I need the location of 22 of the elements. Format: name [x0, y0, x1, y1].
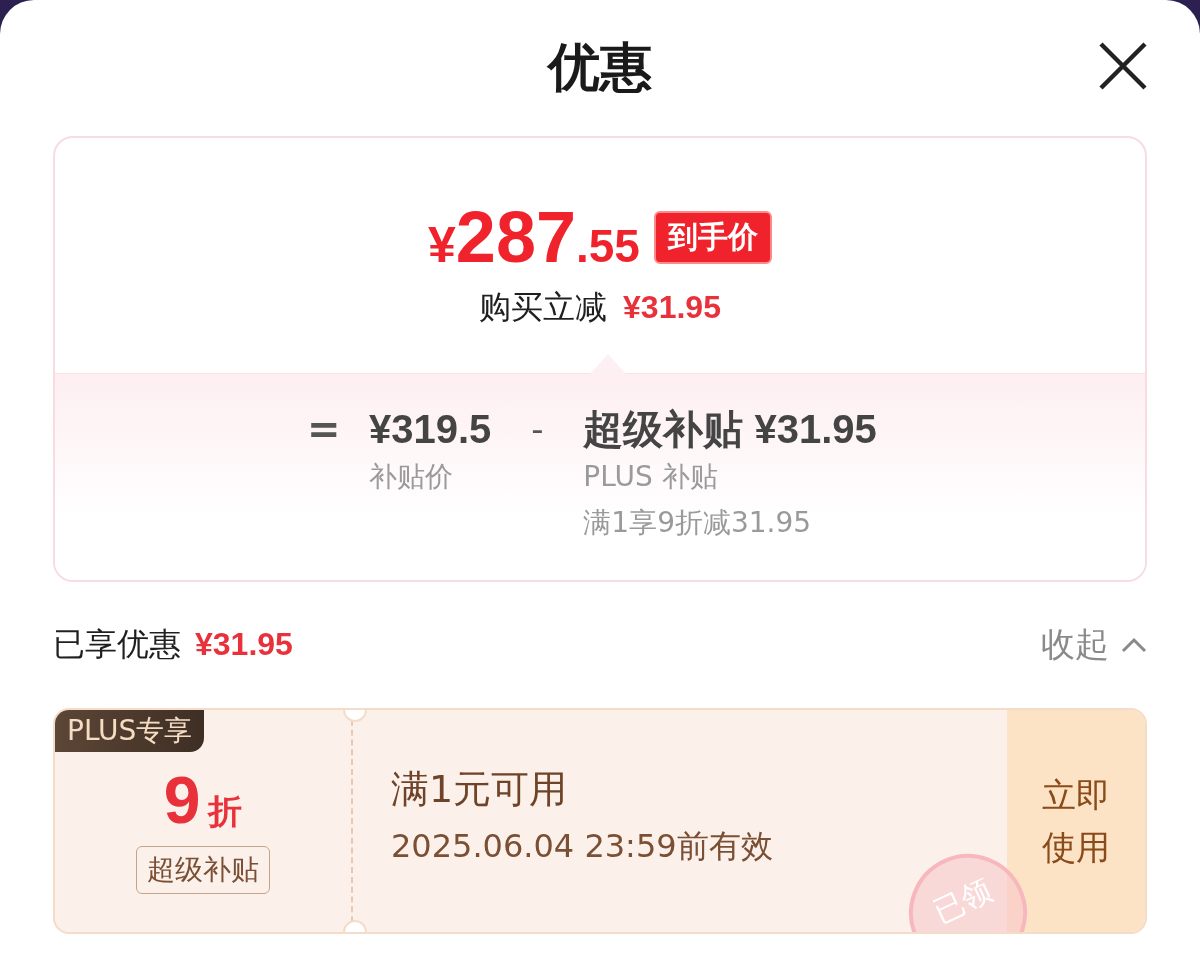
- discount-title: 超级补贴 ¥31.95: [583, 406, 877, 453]
- enjoyed-label: 已享优惠: [53, 624, 181, 665]
- coupon-validity: 2025.06.04 23:59前有效: [391, 826, 774, 867]
- plus-tag: PLUS专享: [55, 710, 205, 752]
- reduce-label: 购买立减: [479, 287, 608, 328]
- enjoyed-amount: ¥31.95: [195, 626, 293, 663]
- subsidy-label: 超级补贴: [136, 846, 270, 894]
- chevron-up-icon: [1121, 637, 1147, 653]
- base-price: ¥319.5: [369, 406, 492, 453]
- coupon-condition: 满1元可用: [391, 766, 569, 813]
- final-price: ¥287.55: [428, 196, 640, 278]
- sheet-title: 优惠: [548, 36, 652, 99]
- discount-value: 9 折: [163, 762, 243, 838]
- collapse-toggle[interactable]: 收起: [1041, 622, 1147, 668]
- equals-sign: =: [307, 405, 342, 454]
- price-badge: 到手价: [653, 210, 772, 264]
- discount-detail: PLUS 补贴: [583, 459, 719, 495]
- minus-sign: -: [530, 408, 545, 451]
- discount-detail: 满1享9折减31.95: [583, 505, 813, 541]
- base-label: 补贴价: [369, 459, 454, 495]
- use-now-button[interactable]: 立即使用: [1007, 710, 1145, 932]
- reduce-amount: ¥31.95: [623, 289, 721, 326]
